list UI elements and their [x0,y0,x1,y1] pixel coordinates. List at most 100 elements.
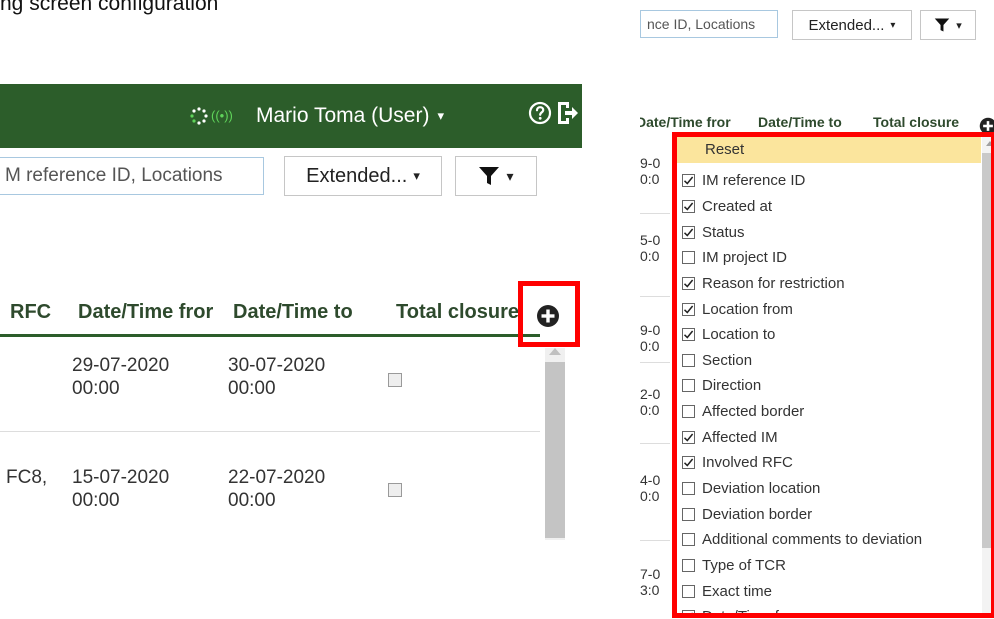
reset-columns-button[interactable]: Reset [677,137,981,163]
unchecked-checkbox[interactable] [682,405,695,419]
search-input[interactable]: M reference ID, Locations [0,157,264,195]
table-row[interactable]: 29-07-2020 00:00 30-07-2020 00:00 [0,354,540,432]
cell-date-from: 2-0 0:0 [640,386,661,418]
column-option-label: Type of TCR [702,556,786,574]
column-option[interactable]: Affected border [677,399,981,425]
column-header[interactable]: Date/Time fror [78,301,213,324]
scroll-up-arrow-icon[interactable] [549,348,561,355]
column-option[interactable]: Exact time [677,578,981,604]
column-option-label: Section [702,351,753,369]
column-option[interactable]: Type of TCR [677,553,981,579]
logout-icon[interactable] [556,100,578,126]
scrollbar-thumb[interactable] [982,153,991,548]
column-option[interactable]: Section [677,347,981,373]
unchecked-checkbox[interactable] [682,353,695,367]
column-option-label: Reason for restriction [702,274,845,292]
unchecked-checkbox[interactable] [682,251,695,265]
unchecked-checkbox[interactable] [682,379,695,393]
checked-checkbox[interactable] [682,174,695,188]
checked-checkbox[interactable] [682,610,695,613]
column-option-label: Location to [702,326,776,344]
chevron-down-icon: ▾ [890,19,896,31]
column-option[interactable]: IM project ID [677,245,981,271]
filter-dropdown[interactable]: ▾ [920,10,976,40]
caption-text: ng screen configuration [0,0,219,15]
column-option[interactable]: Additional comments to deviation [677,527,981,553]
signal-icon: ((•)) [211,108,233,123]
unchecked-checkbox[interactable] [682,558,695,572]
row-divider [0,431,540,432]
checked-checkbox[interactable] [682,430,695,444]
total-closure-checkbox[interactable] [388,483,402,497]
column-option[interactable]: Location to [677,322,981,348]
column-option-label: IM reference ID [702,172,806,190]
chevron-down-icon: ▾ [437,108,445,123]
checked-checkbox[interactable] [682,276,695,290]
column-option[interactable]: Involved RFC [677,450,981,476]
column-list: IM reference ID Created at Status IM projec… [677,168,981,613]
column-option-label: Exact time [702,582,773,600]
left-screenshot: ng screen configuration ((•)) Mario Toma… [0,0,590,619]
cell-date-to: 22-07-2020 00:00 [228,467,326,511]
checked-checkbox[interactable] [682,456,695,470]
cell-date-from: 9-0 0:0 [640,155,661,187]
column-option[interactable]: Location from [677,296,981,322]
column-header[interactable]: Total closure [873,114,959,130]
unchecked-checkbox[interactable] [682,482,695,495]
column-option[interactable]: Deviation border [677,501,981,527]
column-option-label: Deviation border [702,505,813,523]
filter-icon [479,167,500,185]
column-option[interactable]: Date/Time from [677,604,981,613]
column-option-label: Deviation location [702,480,821,497]
help-icon[interactable] [528,101,552,125]
column-option[interactable]: Created at [677,194,981,220]
column-header[interactable]: Date/Time to [758,114,842,130]
filter-dropdown[interactable]: ▾ [455,156,537,196]
column-option-label: Location from [702,300,793,318]
column-header[interactable]: RFC [10,301,51,324]
total-closure-checkbox[interactable] [388,373,402,387]
user-menu[interactable]: Mario Toma (User) ▾ [256,101,444,131]
header-underline [0,334,540,337]
column-option[interactable]: IM reference ID [677,168,981,194]
column-header[interactable]: Date/Time fror [640,114,731,130]
filter-icon [934,18,950,32]
row-divider [640,443,670,444]
column-picker: Reset IM reference ID Created at Status IM … [672,132,994,618]
column-option[interactable]: Status [677,219,981,245]
column-option[interactable]: Direction [677,373,981,399]
column-option[interactable]: Reason for restriction [677,271,981,297]
cell-date-from: 5-0 0:0 [640,232,661,264]
column-option-label: Additional comments to deviation [702,531,923,549]
chevron-down-icon: ▾ [506,167,514,184]
user-label: Mario Toma (User) [256,104,430,127]
row-divider [640,213,670,214]
column-option-label: IM project ID [702,249,788,267]
cell-date-from: 4-0 0:0 [640,472,661,504]
unchecked-checkbox[interactable] [682,584,695,598]
top-bar: ((•)) Mario Toma (User) ▾ [0,84,582,148]
column-option-label: Direction [702,377,762,395]
scroll-up-arrow-icon[interactable] [986,141,991,146]
column-option-label: Status [702,223,745,241]
table-row[interactable]: FC8, 15-07-2020 00:00 22-07-2020 00:00 [0,466,540,544]
scrollbar-thumb[interactable] [545,362,565,538]
column-option[interactable]: Affected IM [677,424,981,450]
cell-date-from: 7-0 3:0 [640,566,661,598]
extended-label: Extended... [306,164,408,187]
checked-checkbox[interactable] [682,328,695,342]
extended-dropdown[interactable]: Extended... ▾ [792,10,912,40]
column-option[interactable]: Deviation location [677,476,981,502]
checked-checkbox[interactable] [682,199,695,213]
cell-date-from: 15-07-2020 00:00 [72,467,170,511]
checked-checkbox[interactable] [682,302,695,316]
unchecked-checkbox[interactable] [682,533,695,547]
search-input[interactable]: nce ID, Locations [640,10,778,38]
row-divider [640,362,670,363]
column-header[interactable]: Date/Time to [233,301,353,324]
unchecked-checkbox[interactable] [682,507,695,521]
extended-dropdown[interactable]: Extended... ▾ [284,156,442,196]
checked-checkbox[interactable] [682,225,695,239]
cell-date-from: 9-0 0:0 [640,322,661,354]
column-header[interactable]: Total closure [396,301,519,324]
